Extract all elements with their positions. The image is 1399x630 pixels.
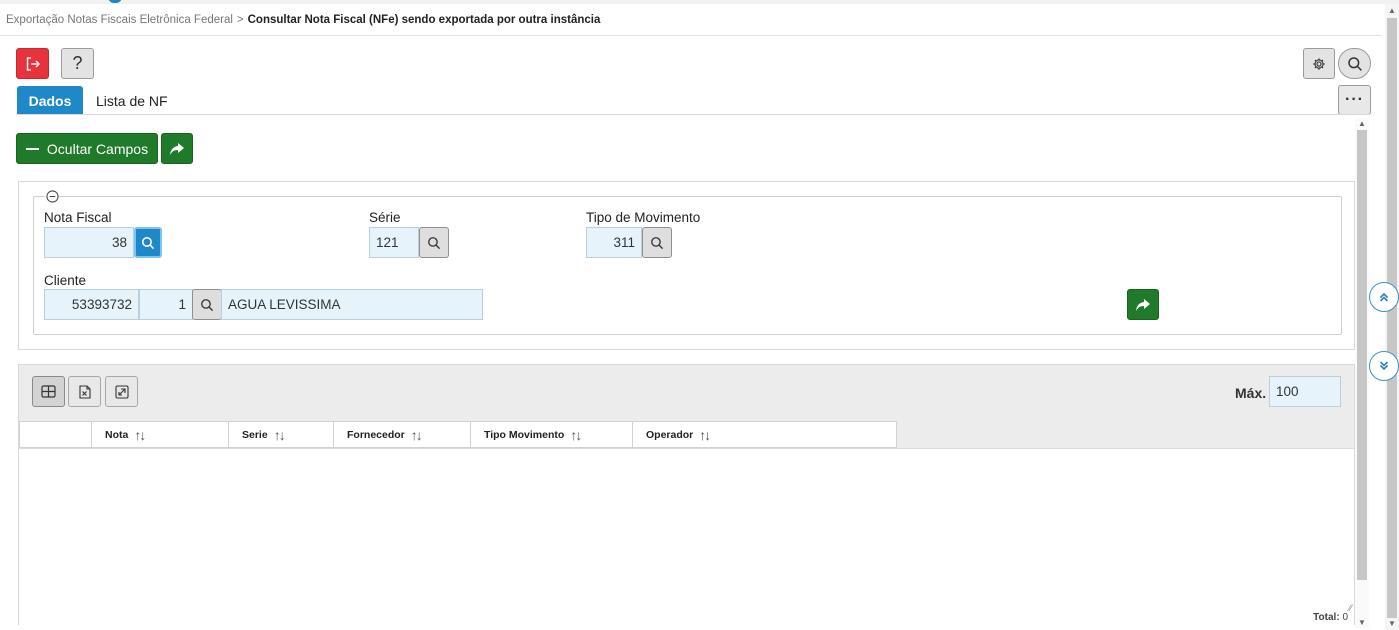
cliente-code-input[interactable]: 53393732 [44, 289, 139, 320]
column-header-serie[interactable]: Serie ↑↓ [229, 421, 334, 448]
cliente-sub-input[interactable]: 1 [139, 289, 193, 320]
grid-header: Nota ↑↓ Serie ↑↓ Fornecedor ↑↓ Tipo Movimen… [19, 421, 897, 448]
collapse-icon[interactable] [45, 189, 59, 203]
sort-icon: ↑↓ [570, 426, 582, 443]
settings-button[interactable] [1303, 48, 1335, 79]
hide-fields-label: Ocultar Campos [46, 140, 149, 157]
grid-body: ⁄⁄ Total: 0 [19, 449, 1354, 625]
serie-label: Série [369, 210, 401, 225]
sort-icon: ↑↓ [699, 426, 711, 443]
top-indicator [108, 0, 122, 3]
tipo-movimento-search-button[interactable] [642, 227, 672, 258]
tabs-divider [16, 114, 1370, 115]
cliente-name-input[interactable]: AGUA LEVISSIMA [221, 289, 483, 320]
column-header-tipo-movimento[interactable]: Tipo Movimento ↑↓ [471, 421, 633, 448]
search-icon [141, 236, 155, 249]
content-scroll-down-icon[interactable]: ▼ [1358, 618, 1366, 627]
scroll-up-arrow-icon[interactable]: ▲ [1388, 6, 1396, 15]
breadcrumb-separator: > [236, 14, 244, 26]
double-chevron-up-icon [1379, 292, 1389, 302]
content-scroll-up-icon[interactable]: ▲ [1358, 119, 1366, 128]
search-icon [201, 298, 214, 311]
grid-icon [41, 385, 56, 398]
content-scrollbar[interactable]: ▲ ▼ [1355, 118, 1369, 628]
export-excel-button[interactable] [68, 376, 101, 407]
column-label: Fornecedor [347, 428, 405, 441]
expand-icon [114, 384, 129, 399]
column-header-operador[interactable]: Operador ↑↓ [633, 421, 897, 448]
sort-icon: ↑↓ [273, 426, 286, 443]
max-rows-label: Máx. [1235, 385, 1267, 401]
results-grid: Máx. 100 Nota ↑↓ Serie ↑↓ Fornecedor ↑↓ Tip… [18, 364, 1355, 625]
top-edge [0, 0, 1399, 4]
breadcrumb: Exportação Notas Fiscais Eletrônica Fede… [6, 14, 600, 26]
serie-input[interactable]: 121 [369, 227, 419, 258]
hide-fields-button[interactable]: Ocultar Campos [16, 133, 158, 164]
exit-button[interactable] [16, 48, 49, 79]
column-label: Operador [646, 428, 694, 441]
search-icon [428, 236, 441, 249]
apply-filter-button[interactable] [1127, 289, 1159, 320]
tipo-movimento-label: Tipo de Movimento [586, 210, 701, 225]
column-label: Nota [105, 428, 129, 441]
sort-icon: ↑↓ [134, 426, 146, 443]
more-options-button[interactable]: ··· [1338, 85, 1371, 115]
resize-handle-icon[interactable]: ⁄⁄ [1349, 603, 1352, 613]
share-button[interactable] [161, 133, 193, 164]
tab-dados[interactable]: Dados [17, 86, 83, 115]
content-scrollbar-thumb[interactable] [1357, 130, 1367, 580]
scroll-bottom-button[interactable] [1369, 351, 1399, 381]
nota-fiscal-label: Nota Fiscal [44, 210, 112, 225]
column-header-nota[interactable]: Nota ↑↓ [92, 421, 229, 448]
nota-fiscal-input[interactable]: 38 [44, 227, 134, 258]
grid-total: Total: 0 [1313, 612, 1348, 623]
help-icon: ? [72, 53, 83, 73]
column-header-fornecedor[interactable]: Fornecedor ↑↓ [334, 421, 471, 448]
double-chevron-down-icon [1379, 361, 1389, 371]
max-rows-input[interactable]: 100 [1269, 376, 1341, 407]
column-label: Tipo Movimento [484, 428, 565, 441]
tab-lista-de-nf[interactable]: Lista de NF [96, 86, 168, 115]
column-label: Serie [242, 428, 268, 441]
total-label: Total: [1313, 612, 1340, 623]
grid-view-button[interactable] [32, 376, 65, 407]
minus-icon [25, 147, 39, 150]
help-button[interactable]: ? [61, 48, 94, 79]
total-value: 0 [1342, 612, 1348, 623]
cliente-label: Cliente [44, 273, 87, 288]
header-divider [0, 35, 1382, 36]
nota-fiscal-search-button[interactable] [134, 227, 162, 258]
grid-toolbar: Máx. 100 Nota ↑↓ Serie ↑↓ Fornecedor ↑↓ Tip… [19, 365, 1354, 449]
share-icon [170, 142, 184, 155]
sort-icon: ↑↓ [410, 426, 423, 443]
column-header-select[interactable] [19, 421, 92, 448]
exit-icon [26, 56, 40, 71]
scroll-top-button[interactable] [1369, 282, 1399, 312]
cliente-search-button[interactable] [192, 289, 222, 320]
search-icon [1347, 56, 1362, 71]
breadcrumb-current: Consultar Nota Fiscal (NFe) sendo export… [247, 14, 601, 26]
tipo-movimento-input[interactable]: 311 [586, 227, 642, 258]
page-scrollbar-thumb[interactable] [1387, 18, 1397, 618]
breadcrumb-parent[interactable]: Exportação Notas Fiscais Eletrônica Fede… [6, 14, 233, 26]
page-scrollbar[interactable]: ▲ ▼ [1385, 4, 1399, 630]
excel-icon [78, 384, 91, 399]
search-icon [651, 236, 664, 249]
share-icon [1136, 298, 1150, 311]
scroll-down-arrow-icon[interactable]: ▼ [1388, 619, 1396, 628]
serie-search-button[interactable] [419, 227, 449, 258]
expand-grid-button[interactable] [105, 376, 138, 407]
gear-icon [1313, 57, 1325, 70]
global-search-button[interactable] [1338, 48, 1371, 79]
more-icon: ··· [1345, 91, 1364, 108]
